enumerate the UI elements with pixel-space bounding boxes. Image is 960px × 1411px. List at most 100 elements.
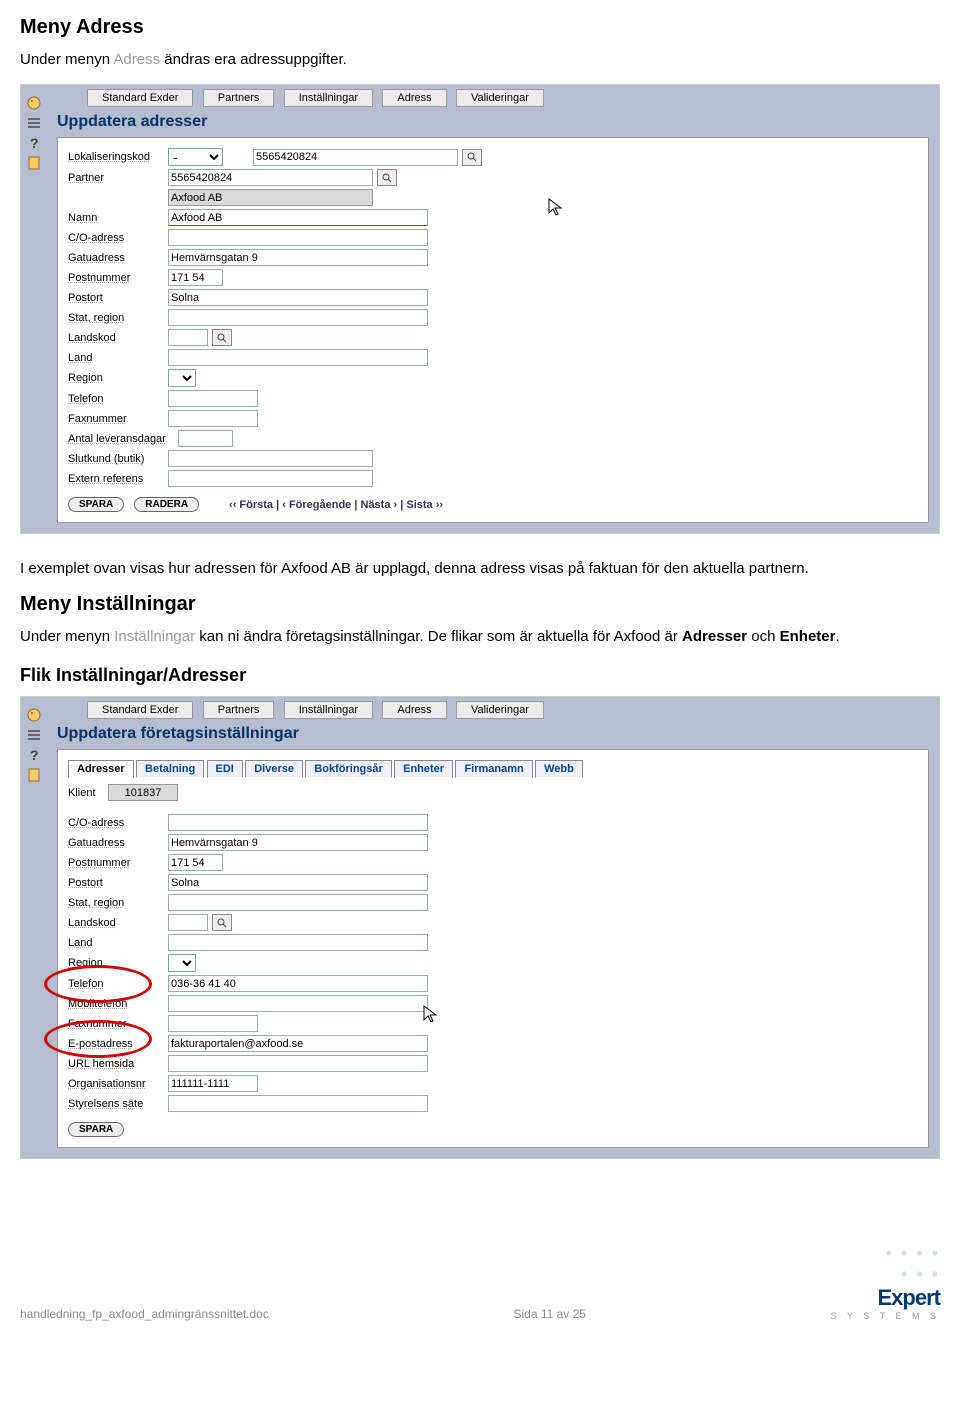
input-postnr[interactable]: [168, 269, 223, 286]
input-co[interactable]: [168, 229, 428, 246]
tab-partners[interactable]: Partners: [203, 89, 275, 107]
input-gatu2[interactable]: [168, 834, 428, 851]
input-telefon2[interactable]: [168, 975, 428, 992]
search-button-landskod2[interactable]: [212, 914, 232, 931]
svg-text:?: ?: [30, 747, 39, 763]
note-icon[interactable]: [26, 767, 42, 783]
tab-valideringar[interactable]: Valideringar: [456, 701, 544, 719]
search-button-partner[interactable]: [377, 169, 397, 186]
tab-installningar[interactable]: Inställningar: [284, 701, 373, 719]
subtab-diverse[interactable]: Diverse: [245, 760, 303, 778]
readonly-klient: [108, 784, 178, 801]
subtabs: Adresser Betalning EDI Diverse Bokföring…: [68, 760, 918, 784]
tab-partners[interactable]: Partners: [203, 701, 275, 719]
select-region2[interactable]: [168, 954, 196, 972]
tab-standard-exder[interactable]: Standard Exder: [87, 89, 193, 107]
input-orgnr[interactable]: [168, 1075, 258, 1092]
input-namn[interactable]: [168, 209, 428, 226]
para2: Under menyn Inställningar kan ni ändra f…: [20, 626, 940, 647]
subtab-adresser[interactable]: Adresser: [68, 760, 134, 778]
input-mobil[interactable]: [168, 995, 428, 1012]
label-landskod2: Landskod: [68, 917, 168, 929]
input-leverans[interactable]: [178, 430, 233, 447]
app-foretagsinstallningar: ? Standard Exder Partners Inställningar …: [20, 696, 940, 1159]
text-installningar: Inställningar: [114, 628, 195, 645]
globe-icon[interactable]: [26, 707, 42, 723]
input-landskod[interactable]: [168, 329, 208, 346]
label-mobil: Mobiltelefon: [68, 998, 168, 1010]
label-telefon2: Telefon: [68, 978, 168, 990]
label-postnr: Postnummer: [68, 272, 168, 284]
list-icon[interactable]: [26, 115, 42, 131]
label-gatu2: Gatuadress: [68, 837, 168, 849]
subtab-webb[interactable]: Webb: [535, 760, 583, 778]
label-region2: Region: [68, 957, 168, 969]
input-fax[interactable]: [168, 410, 258, 427]
label-co: C/O-adress: [68, 232, 168, 244]
tab-standard-exder[interactable]: Standard Exder: [87, 701, 193, 719]
footer-filename: handledning_fp_axfood_admingränssnittet.…: [20, 1307, 269, 1321]
list-icon[interactable]: [26, 727, 42, 743]
input-externref[interactable]: [168, 470, 373, 487]
label-leverans: Antal leveransdagar: [68, 433, 178, 445]
input-lok-code[interactable]: [253, 149, 458, 166]
page-title-2: Uppdatera företagsinställningar: [47, 719, 939, 749]
page-footer: handledning_fp_axfood_admingränssnittet.…: [0, 1223, 960, 1331]
text: kan ni ändra företagsinställningar. De f…: [195, 628, 682, 645]
label-gatu: Gatuadress: [68, 252, 168, 264]
input-styrelsen[interactable]: [168, 1095, 428, 1112]
input-postort2[interactable]: [168, 874, 428, 891]
input-postnr2[interactable]: [168, 854, 223, 871]
label-namn: Namn: [68, 212, 168, 224]
subtab-bokforingsar[interactable]: Bokföringsår: [305, 760, 391, 778]
subtab-edi[interactable]: EDI: [207, 760, 243, 778]
input-stat[interactable]: [168, 309, 428, 326]
input-land2[interactable]: [168, 934, 428, 951]
tab-adress[interactable]: Adress: [382, 89, 446, 107]
input-telefon[interactable]: [168, 390, 258, 407]
input-gatu[interactable]: [168, 249, 428, 266]
help-icon[interactable]: ?: [26, 747, 42, 763]
spara-button[interactable]: SPARA: [68, 497, 124, 512]
intro-text: Under menyn Adress ändras era adressuppg…: [20, 49, 940, 70]
globe-icon[interactable]: [26, 95, 42, 111]
page-title: Uppdatera adresser: [47, 107, 939, 137]
radera-button[interactable]: RADERA: [134, 497, 199, 512]
input-land[interactable]: [168, 349, 428, 366]
select-lokaliseringskod[interactable]: -: [168, 148, 223, 166]
input-epost[interactable]: [168, 1035, 428, 1052]
heading-meny-installningar: Meny Inställningar: [20, 593, 940, 616]
input-landskod2[interactable]: [168, 914, 208, 931]
spara-button-2[interactable]: SPARA: [68, 1122, 124, 1137]
subtab-enheter[interactable]: Enheter: [394, 760, 453, 778]
pager[interactable]: ‹‹ Första | ‹ Föregående | Nästa › | Sis…: [229, 499, 443, 511]
input-fax2[interactable]: [168, 1015, 258, 1032]
tab-valideringar[interactable]: Valideringar: [456, 89, 544, 107]
tab-installningar[interactable]: Inställningar: [284, 89, 373, 107]
search-button-lok[interactable]: [462, 149, 482, 166]
text: och: [747, 628, 780, 645]
heading-flik-adresser: Flik Inställningar/Adresser: [20, 665, 940, 686]
main-tabs-2: Standard Exder Partners Inställningar Ad…: [47, 697, 939, 719]
label-landskod: Landskod: [68, 332, 168, 344]
heading-meny-adress: Meny Adress: [20, 16, 940, 39]
input-postort[interactable]: [168, 289, 428, 306]
text-adresser: Adresser: [682, 628, 747, 645]
logo-dots-icon: • • • •• • •: [831, 1243, 940, 1285]
label-stat: Stat, region: [68, 312, 168, 324]
subtab-betalning[interactable]: Betalning: [136, 760, 204, 778]
text: Under menyn: [20, 51, 113, 68]
note-icon[interactable]: [26, 155, 42, 171]
input-co2[interactable]: [168, 814, 428, 831]
input-slutkund[interactable]: [168, 450, 373, 467]
input-partner[interactable]: [168, 169, 373, 186]
input-stat2[interactable]: [168, 894, 428, 911]
app-uppdatera-adresser: ? Standard Exder Partners Inställningar …: [20, 84, 940, 534]
select-region[interactable]: [168, 369, 196, 387]
search-button-landskod[interactable]: [212, 329, 232, 346]
input-url[interactable]: [168, 1055, 428, 1072]
label-postnr2: Postnummer: [68, 857, 168, 869]
subtab-firmanamn[interactable]: Firmanamn: [455, 760, 532, 778]
help-icon[interactable]: ?: [26, 135, 42, 151]
tab-adress[interactable]: Adress: [382, 701, 446, 719]
